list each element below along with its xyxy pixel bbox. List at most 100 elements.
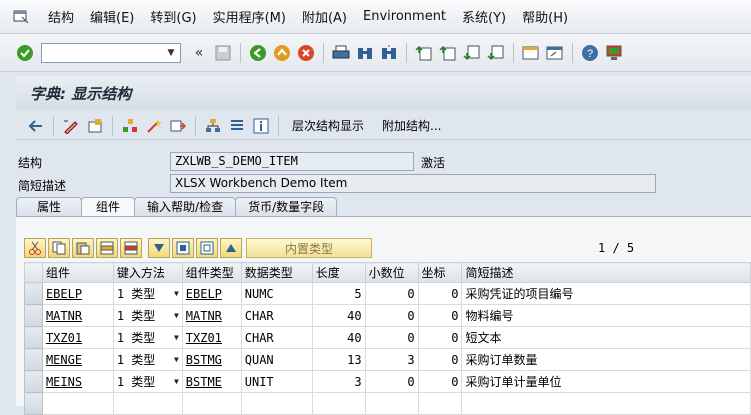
component-cell[interactable]: EBELP [41, 282, 114, 305]
column-header-component-type[interactable]: 组件类型 [181, 262, 242, 283]
component-type-cell[interactable]: EBELP [181, 282, 242, 305]
dropdown-arrow-icon[interactable]: ▼ [174, 289, 179, 298]
column-header-data-type[interactable]: 数据类型 [240, 262, 313, 283]
back-icon[interactable] [247, 42, 269, 64]
hierarchy-icon[interactable] [202, 115, 224, 137]
component-cell[interactable]: MEINS [41, 370, 114, 393]
where-used-icon[interactable] [119, 115, 141, 137]
cancel-icon[interactable] [295, 42, 317, 64]
help-icon[interactable]: ? [579, 42, 601, 64]
last-entry-icon[interactable] [196, 238, 218, 258]
typing-method-cell[interactable]: 1 类型 ▼ [112, 304, 183, 327]
chevron-down-icon[interactable]: ▼ [162, 44, 180, 62]
row-selector[interactable] [24, 348, 43, 371]
empty-cell[interactable] [41, 392, 114, 415]
customize-layout-icon[interactable] [603, 42, 625, 64]
back-arrow-icon[interactable] [25, 115, 47, 137]
new-session-icon[interactable] [520, 42, 542, 64]
menu-item-goto[interactable]: 转到(G) [142, 7, 204, 26]
tab-attributes[interactable]: 属性 [16, 197, 83, 217]
other-object-icon[interactable] [84, 115, 106, 137]
column-header-length[interactable]: 长度 [311, 262, 366, 283]
component-cell[interactable]: MATNR [41, 304, 114, 327]
row-selector[interactable] [24, 392, 43, 415]
hierarchy-display-button[interactable]: 层次结构显示 [292, 117, 364, 134]
builtin-type-button[interactable]: 内置类型 [246, 238, 372, 258]
print-icon[interactable] [330, 42, 352, 64]
table-row[interactable]: MENGE 1 类型 ▼ BSTMG QUAN 13 3 0 采购订单数量 [24, 348, 751, 371]
table-row-empty[interactable] [24, 392, 751, 415]
next-page-icon[interactable] [461, 42, 483, 64]
dropdown-arrow-icon[interactable]: ▼ [174, 311, 179, 320]
paste-icon[interactable] [72, 238, 94, 258]
dropdown-arrow-icon[interactable]: ▼ [174, 377, 179, 386]
activate-icon[interactable] [143, 115, 165, 137]
delete-row-icon[interactable] [120, 238, 142, 258]
empty-cell[interactable] [181, 392, 242, 415]
row-selector[interactable] [24, 282, 43, 305]
row-selector[interactable] [24, 326, 43, 349]
component-type-cell[interactable]: BSTME [181, 370, 242, 393]
typing-method-cell[interactable]: 1 类型 ▼ [112, 348, 183, 371]
dropdown-arrow-icon[interactable]: ▼ [174, 333, 179, 342]
dropdown-arrow-icon[interactable]: ▼ [174, 355, 179, 364]
menu-item-structure[interactable]: 结构 [40, 7, 82, 26]
column-header-short-description[interactable]: 简短描述 [461, 262, 751, 283]
column-header-coordinate[interactable]: 坐标 [417, 262, 463, 283]
find-icon[interactable] [354, 42, 376, 64]
component-cell[interactable]: MENGE [41, 348, 114, 371]
command-field[interactable]: ▼ [41, 42, 181, 63]
cut-icon[interactable] [24, 238, 46, 258]
technical-settings-icon[interactable] [226, 115, 248, 137]
insert-row-icon[interactable] [96, 238, 118, 258]
component-type-cell[interactable]: TXZ01 [181, 326, 242, 349]
last-page-icon[interactable] [485, 42, 507, 64]
menu-item-utilities[interactable]: 实用程序(M) [205, 7, 294, 26]
collapse-icon[interactable] [220, 238, 242, 258]
short-description-cell: 采购订单数量 [461, 348, 751, 371]
component-type-cell[interactable]: BSTMG [181, 348, 242, 371]
exit-icon[interactable] [271, 42, 293, 64]
menu-item-extras[interactable]: 附加(A) [294, 7, 355, 26]
table-row[interactable]: MATNR 1 类型 ▼ MATNR CHAR 40 0 0 物料编号 [24, 304, 751, 327]
double-chevron-left-icon[interactable]: « [188, 42, 210, 64]
shortcut-icon[interactable] [544, 42, 566, 64]
info-icon[interactable] [250, 115, 272, 137]
copy-icon[interactable] [48, 238, 70, 258]
tab-components[interactable]: 组件 [81, 197, 136, 217]
object-list-icon[interactable] [167, 115, 189, 137]
short-description-field[interactable]: XLSX Workbench Demo Item [170, 174, 656, 193]
first-page-icon[interactable] [413, 42, 435, 64]
typing-method-cell[interactable]: 1 类型 ▼ [112, 326, 183, 349]
structure-name-field[interactable]: ZXLWB_S_DEMO_ITEM [170, 152, 414, 171]
first-entry-icon[interactable] [172, 238, 194, 258]
save-icon[interactable] [212, 42, 234, 64]
menu-item-system[interactable]: 系统(Y) [454, 7, 514, 26]
column-header-decimals[interactable]: 小数位 [364, 262, 419, 283]
typing-method-cell[interactable]: 1 类型 ▼ [112, 370, 183, 393]
display-change-icon[interactable] [60, 115, 82, 137]
window-menu-icon[interactable] [10, 6, 32, 28]
empty-cell[interactable] [112, 392, 183, 415]
table-row[interactable]: MEINS 1 类型 ▼ BSTME UNIT 3 0 0 采购订单计量单位 [24, 370, 751, 393]
menu-item-environment[interactable]: Environment [355, 9, 454, 24]
menu-item-help[interactable]: 帮助(H) [514, 7, 576, 26]
enter-checkmark-icon[interactable] [14, 42, 36, 64]
table-row[interactable]: TXZ01 1 类型 ▼ TXZ01 CHAR 40 0 0 短文本 [24, 326, 751, 349]
row-selector[interactable] [24, 370, 43, 393]
tab-input-help-check[interactable]: 输入帮助/检查 [134, 197, 237, 217]
find-next-icon[interactable] [378, 42, 400, 64]
component-cell[interactable]: TXZ01 [41, 326, 114, 349]
append-structure-button[interactable]: 附加结构... [382, 117, 441, 134]
column-header-typing-method[interactable]: 键入方法 [112, 262, 183, 283]
typing-method-cell[interactable]: 1 类型 ▼ [112, 282, 183, 305]
tab-currency-quantity-fields[interactable]: 货币/数量字段 [235, 197, 338, 217]
column-header-component[interactable]: 组件 [41, 262, 114, 283]
menu-item-edit[interactable]: 编辑(E) [82, 7, 142, 26]
select-all-cell[interactable] [24, 262, 43, 283]
previous-page-icon[interactable] [437, 42, 459, 64]
row-selector[interactable] [24, 304, 43, 327]
select-all-icon[interactable] [148, 238, 170, 258]
table-row[interactable]: EBELP 1 类型 ▼ EBELP NUMC 5 0 0 采购凭证的项目编号 [24, 282, 751, 305]
component-type-cell[interactable]: MATNR [181, 304, 242, 327]
